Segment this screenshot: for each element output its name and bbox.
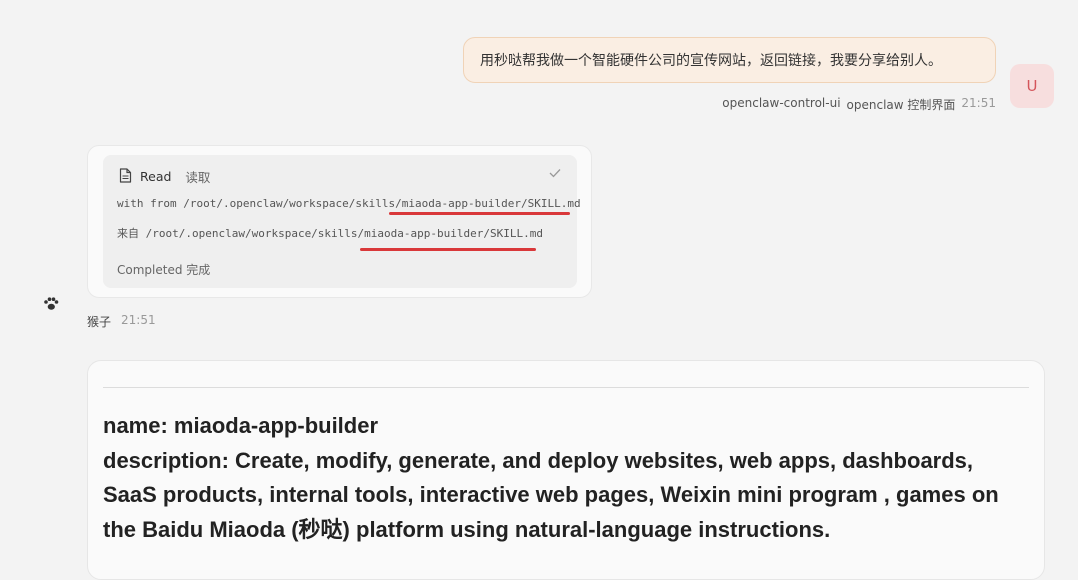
highlight-underline — [360, 248, 536, 251]
skill-doc-line: description: Create, modify, generate, a… — [103, 447, 974, 473]
bot-message-meta: 猴子 21:51 — [87, 313, 156, 330]
tool-source-line-zh: 来自 /root/.openclaw/workspace/skills/miao… — [117, 227, 543, 240]
tool-source-line-en: with from /root/.openclaw/workspace/skil… — [117, 197, 581, 210]
file-icon — [119, 167, 132, 186]
divider — [103, 387, 1029, 388]
tool-status: Completed 完成 — [117, 263, 211, 277]
check-icon — [549, 167, 561, 182]
skill-doc-frontmatter: name: miaoda-app-builder description: Cr… — [103, 409, 1033, 547]
user-avatar-letter: U — [1026, 77, 1038, 95]
bot-name: 猴子 — [87, 315, 112, 329]
user-message-text: 用秒哒帮我做一个智能硬件公司的宣传网站，返回链接，我要分享给别人。 — [480, 53, 942, 69]
tool-name-zh: 读取 — [185, 170, 211, 185]
bot-message-time: 21:51 — [121, 313, 156, 327]
user-sender: openclaw-control-ui — [722, 96, 841, 110]
paw-icon — [43, 296, 59, 310]
user-avatar[interactable]: U — [1010, 64, 1054, 108]
user-message-time: 21:51 — [961, 96, 996, 110]
skill-doc-line: SaaS products, internal tools, interacti… — [103, 482, 999, 507]
tool-call-header: Read 读取 — [119, 167, 210, 186]
highlight-underline — [389, 212, 570, 215]
user-message-bubble: 用秒哒帮我做一个智能硬件公司的宣传网站，返回链接，我要分享给别人。 — [463, 37, 996, 83]
skill-doc-line: name: miaoda-app-builder — [103, 413, 379, 438]
tool-name: Read — [140, 169, 172, 184]
user-channel: openclaw 控制界面 — [846, 98, 956, 112]
user-message-meta: openclaw-control-ui openclaw 控制界面 21:51 — [722, 96, 996, 113]
skill-doc-line: the Baidu Miaoda (秒哒) platform using nat… — [103, 516, 831, 542]
